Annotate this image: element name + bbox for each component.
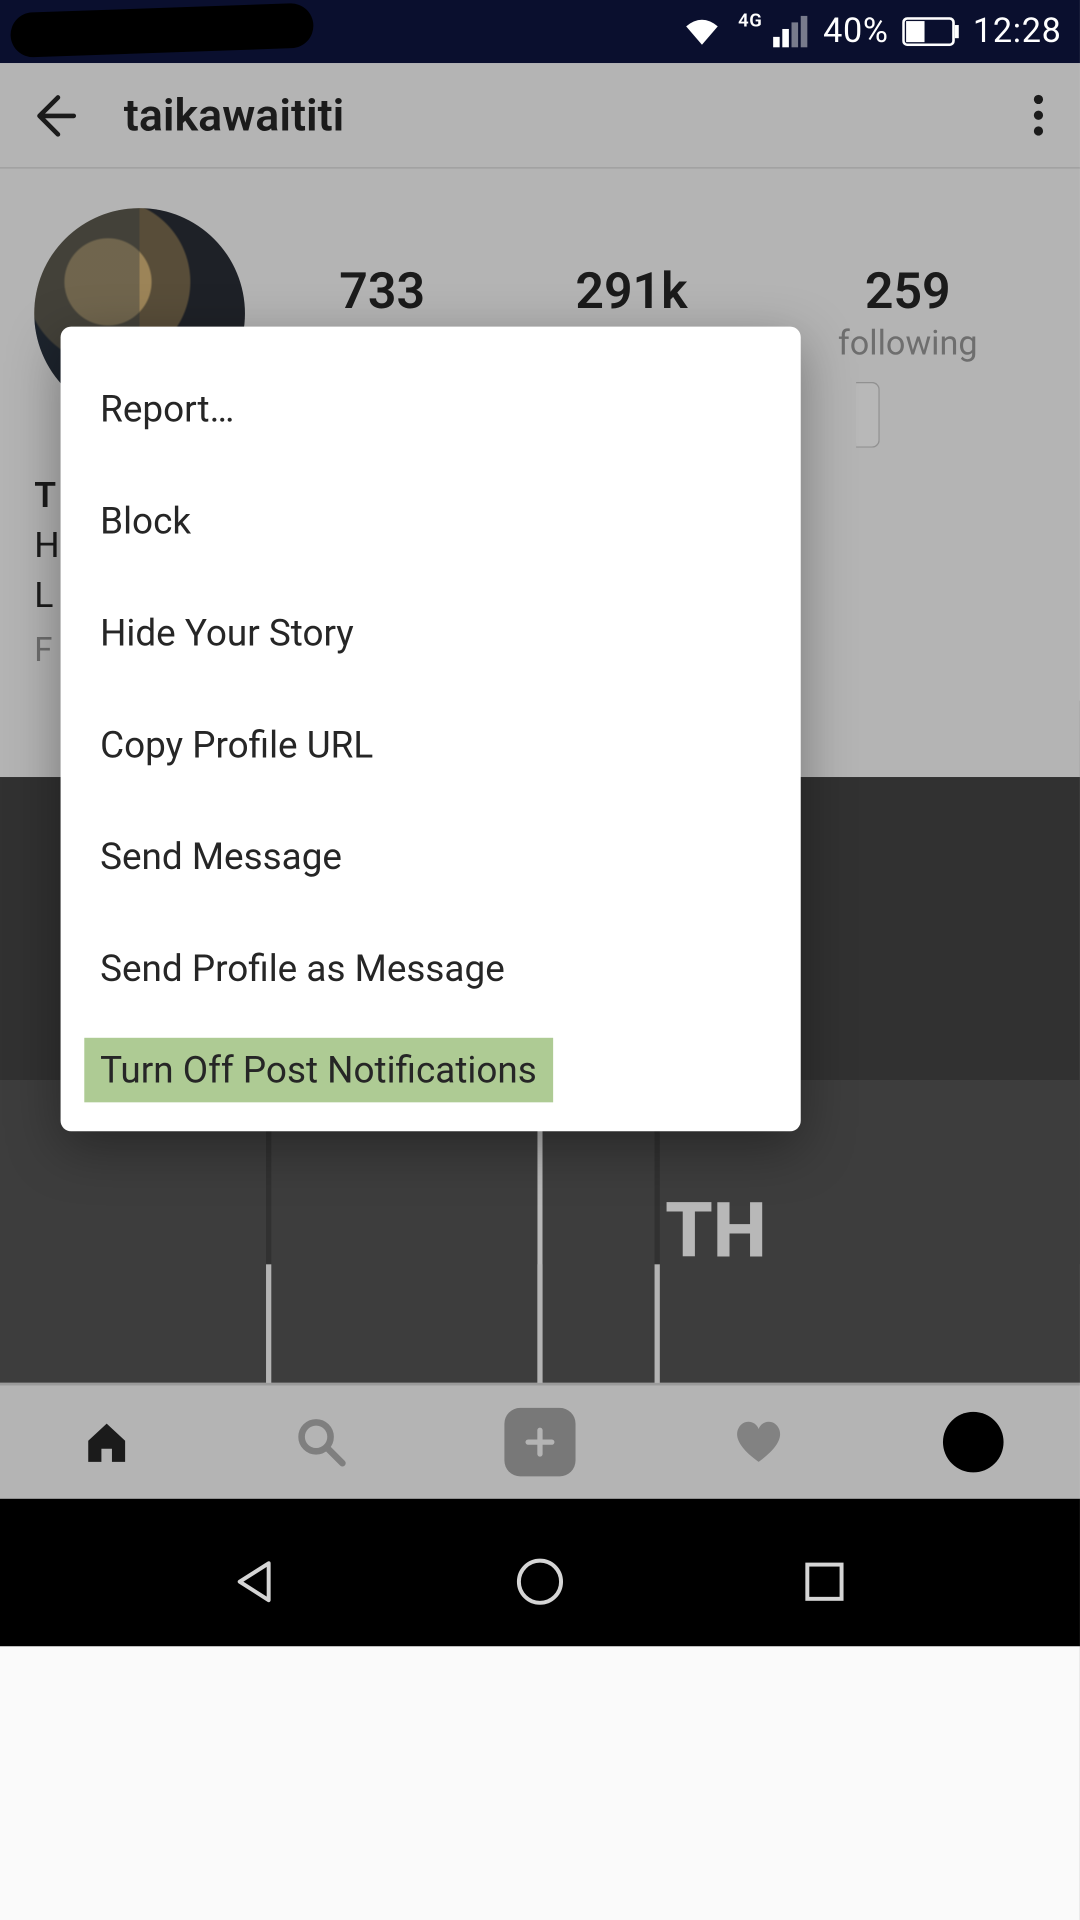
battery-icon: [902, 17, 960, 46]
android-nav-bar: [0, 1499, 1080, 1647]
android-back-button[interactable]: [227, 1553, 285, 1611]
android-home-button[interactable]: [511, 1553, 569, 1611]
menu-item-send-profile-as-message[interactable]: Send Profile as Message: [61, 913, 801, 1025]
menu-item-send-message[interactable]: Send Message: [61, 801, 801, 913]
profile-options-menu: Report… Block Hide Your Story Copy Profi…: [61, 327, 801, 1132]
menu-item-hide-your-story[interactable]: Hide Your Story: [61, 577, 801, 689]
android-recents-button[interactable]: [795, 1553, 853, 1611]
network-type-label: 4G: [738, 11, 762, 32]
menu-item-block[interactable]: Block: [61, 465, 801, 577]
wifi-icon: [683, 16, 723, 48]
redacted-notification-area: [10, 3, 314, 58]
menu-item-turn-off-post-notifications[interactable]: Turn Off Post Notifications: [84, 1038, 552, 1103]
cell-signal-icon: [773, 16, 810, 48]
screen: 4G 40% 12:28: [0, 0, 1080, 1920]
android-status-bar: 4G 40% 12:28: [0, 0, 1080, 63]
menu-item-copy-profile-url[interactable]: Copy Profile URL: [61, 689, 801, 801]
battery-percent: 40%: [823, 12, 889, 52]
menu-item-report[interactable]: Report…: [61, 353, 801, 465]
clock: 12:28: [973, 12, 1062, 52]
